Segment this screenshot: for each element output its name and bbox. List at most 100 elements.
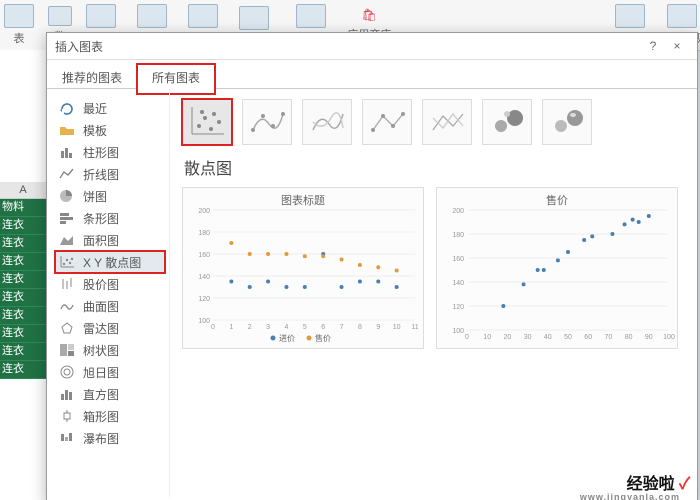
category-waterfall[interactable]: 瀑布图: [55, 427, 165, 449]
category-label: 瀑布图: [83, 430, 119, 447]
category-line[interactable]: 折线图: [55, 163, 165, 185]
category-label: 模板: [83, 122, 107, 139]
preview-right[interactable]: 售价 1001201401601802000102030405060708090…: [436, 187, 678, 349]
cell[interactable]: 连衣: [0, 307, 46, 325]
bubble-icon: [487, 104, 527, 140]
watermark-logo: 经验啦 ✓ www.jingyanla.com: [627, 470, 690, 494]
column-header[interactable]: A: [0, 182, 46, 199]
logo-text: 经验啦: [627, 476, 675, 493]
svg-text:3: 3: [266, 324, 270, 331]
category-label: 面积图: [83, 232, 119, 249]
preview-left[interactable]: 图表标题 10012014016018020001234567891011进价售…: [182, 187, 424, 349]
scatter-subtype-row: [182, 99, 685, 145]
category-scatter[interactable]: X Y 散点图: [55, 251, 165, 273]
subtype-scatter-markers[interactable]: [182, 99, 232, 145]
help-button[interactable]: ?: [641, 39, 665, 53]
category-area[interactable]: 面积图: [55, 229, 165, 251]
histogram-icon: [59, 387, 75, 401]
bar-chart-icon: [59, 211, 75, 225]
sunburst-icon: [59, 365, 75, 379]
category-box[interactable]: 箱形图: [55, 405, 165, 427]
subtype-scatter-smooth[interactable]: [302, 99, 352, 145]
cell[interactable]: 连衣: [0, 289, 46, 307]
category-pie[interactable]: 饼图: [55, 185, 165, 207]
cell[interactable]: 连衣: [0, 343, 46, 361]
category-label: 条形图: [83, 210, 119, 227]
subtype-scatter-straight-markers[interactable]: [362, 99, 412, 145]
category-templates[interactable]: 模板: [55, 119, 165, 141]
ribbon-btn-tables[interactable]: 表: [4, 4, 34, 46]
svg-text:200: 200: [452, 208, 464, 215]
category-label: 树状图: [83, 342, 119, 359]
category-column[interactable]: 柱形图: [55, 141, 165, 163]
cell[interactable]: 物料: [0, 199, 46, 217]
cell[interactable]: 连衣: [0, 325, 46, 343]
svg-text:6: 6: [321, 324, 325, 331]
scatter-straight-markers-icon: [367, 104, 407, 140]
category-label: 最近: [83, 100, 107, 117]
svg-text:2: 2: [248, 324, 252, 331]
category-label: X Y 散点图: [83, 254, 141, 271]
svg-text:30: 30: [524, 334, 532, 341]
subtype-bubble[interactable]: [482, 99, 532, 145]
svg-text:120: 120: [452, 304, 464, 311]
svg-text:140: 140: [198, 274, 210, 281]
scatter-straight-icon: [427, 104, 467, 140]
worksheet-left-strip: A 物料 连衣 连衣 连衣 连衣 连衣 连衣 连衣 连衣 连衣: [0, 50, 46, 500]
svg-text:60: 60: [584, 334, 592, 341]
dialog-tabs: 推荐的图表 所有图表: [47, 64, 697, 89]
preview-chart-left: 10012014016018020001234567891011进价售价: [183, 188, 423, 348]
svg-text:0: 0: [465, 334, 469, 341]
svg-text:7: 7: [340, 324, 344, 331]
box-plot-icon: [59, 409, 75, 423]
cell[interactable]: 连衣: [0, 253, 46, 271]
waterfall-icon: [59, 431, 75, 445]
svg-text:140: 140: [452, 280, 464, 287]
column-chart-icon: [59, 145, 75, 159]
category-histogram[interactable]: 直方图: [55, 383, 165, 405]
svg-text:20: 20: [504, 334, 512, 341]
recent-icon: [59, 101, 75, 115]
svg-text:10: 10: [483, 334, 491, 341]
chart-category-list: 最近 模板 柱形图 折线图 饼图 条形图 面积图 X Y 散点图 股价图 曲面图…: [47, 89, 170, 497]
cell[interactable]: 连衣: [0, 361, 46, 379]
subtype-scatter-smooth-markers[interactable]: [242, 99, 292, 145]
svg-text:120: 120: [198, 296, 210, 303]
svg-text:100: 100: [663, 334, 675, 341]
svg-text:160: 160: [198, 252, 210, 259]
category-label: 股价图: [83, 276, 119, 293]
close-button[interactable]: ×: [665, 39, 689, 53]
category-bar[interactable]: 条形图: [55, 207, 165, 229]
svg-text:90: 90: [645, 334, 653, 341]
treemap-icon: [59, 343, 75, 357]
svg-text:40: 40: [544, 334, 552, 341]
preview-title: 售价: [437, 192, 677, 208]
stock-chart-icon: [59, 277, 75, 291]
category-label: 直方图: [83, 386, 119, 403]
svg-text:进价: 进价: [279, 334, 295, 343]
category-treemap[interactable]: 树状图: [55, 339, 165, 361]
category-label: 雷达图: [83, 320, 119, 337]
check-icon: ✓: [679, 476, 690, 493]
category-sunburst[interactable]: 旭日图: [55, 361, 165, 383]
svg-text:70: 70: [605, 334, 613, 341]
cell[interactable]: 连衣: [0, 271, 46, 289]
svg-text:4: 4: [285, 324, 289, 331]
preview-title: 图表标题: [183, 192, 423, 208]
cell[interactable]: 连衣: [0, 235, 46, 253]
svg-text:180: 180: [452, 232, 464, 239]
subtype-bubble-3d[interactable]: [542, 99, 592, 145]
svg-text:180: 180: [198, 230, 210, 237]
category-recent[interactable]: 最近: [55, 97, 165, 119]
category-stock[interactable]: 股价图: [55, 273, 165, 295]
svg-text:160: 160: [452, 256, 464, 263]
preview-chart-right: 1001201401601802000102030405060708090100: [437, 188, 677, 348]
bag-icon: 🛍: [362, 8, 377, 22]
insert-chart-dialog: 插入图表 ? × 推荐的图表 所有图表 最近 模板 柱形图 折线图 饼图 条形图…: [46, 32, 698, 500]
svg-text:8: 8: [358, 324, 362, 331]
category-radar[interactable]: 雷达图: [55, 317, 165, 339]
chart-previews: 图表标题 10012014016018020001234567891011进价售…: [182, 187, 685, 349]
subtype-scatter-straight[interactable]: [422, 99, 472, 145]
cell[interactable]: 连衣: [0, 217, 46, 235]
category-surface[interactable]: 曲面图: [55, 295, 165, 317]
